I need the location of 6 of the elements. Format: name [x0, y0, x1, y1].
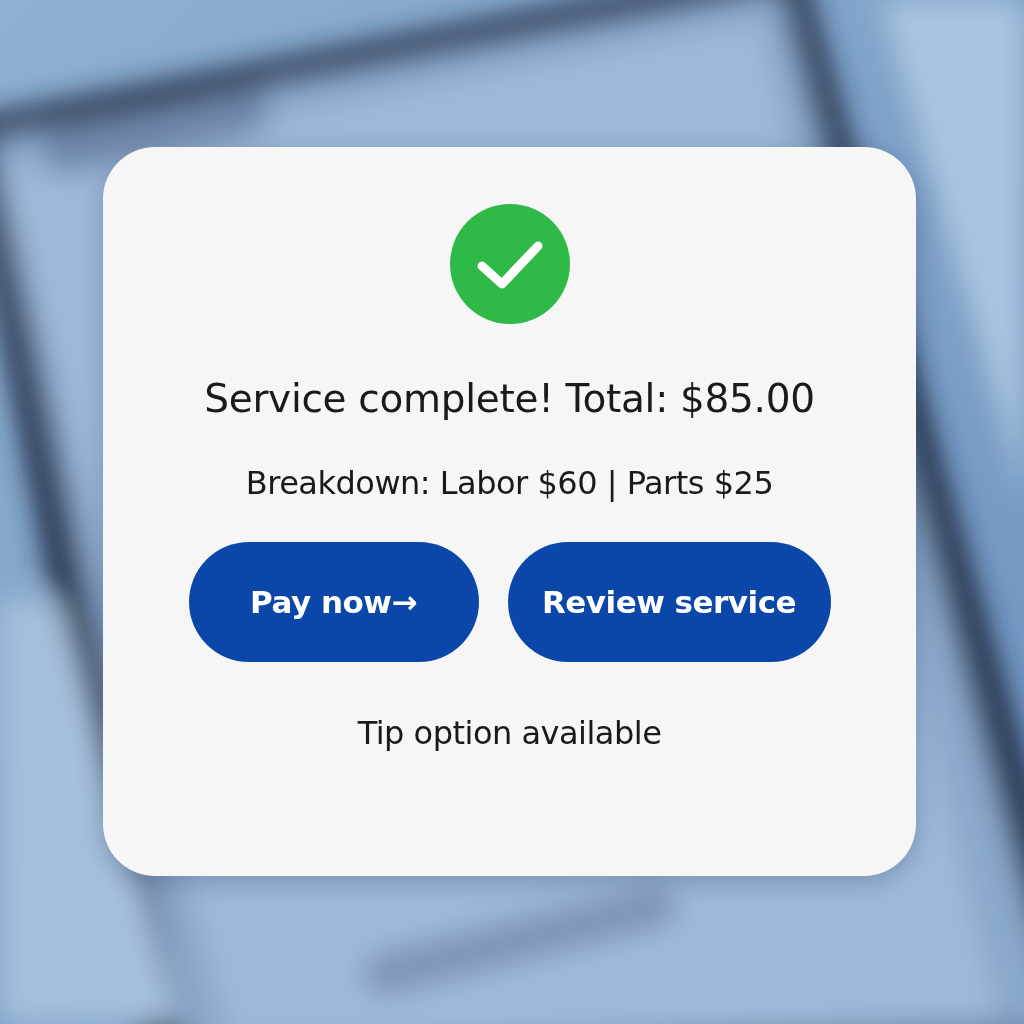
dialog-title: Service complete! Total: $85.00 — [204, 376, 815, 421]
pay-button[interactable]: Pay now→ — [188, 542, 479, 662]
tip-note: Tip option available — [357, 714, 662, 752]
checkmark-icon — [449, 204, 570, 324]
price-breakdown: Breakdown: Labor $60 | Parts $25 — [245, 464, 774, 502]
review-button[interactable]: Review service — [507, 542, 831, 662]
